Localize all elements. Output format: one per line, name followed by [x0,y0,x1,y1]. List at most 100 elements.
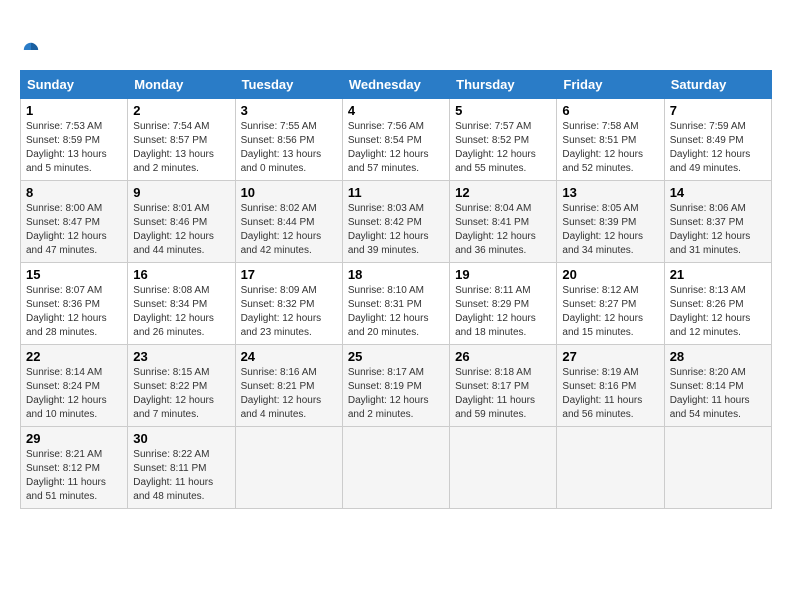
day-number: 22 [26,349,122,364]
weekday-header-friday: Friday [557,71,664,99]
calendar-cell: 23 Sunrise: 8:15 AM Sunset: 8:22 PM Dayli… [128,345,235,427]
calendar-table: SundayMondayTuesdayWednesdayThursdayFrid… [20,70,772,509]
day-info: Sunrise: 8:17 AM Sunset: 8:19 PM Dayligh… [348,366,444,422]
day-number: 13 [562,185,658,200]
day-info: Sunrise: 8:03 AM Sunset: 8:42 PM Dayligh… [348,202,444,258]
calendar-cell: 18 Sunrise: 8:10 AM Sunset: 8:31 PM Dayli… [342,263,449,345]
calendar-cell: 24Sunrise: 8:16 AM Sunset: 8:21 PM Dayli… [235,345,342,427]
day-number: 15 [26,267,122,282]
calendar-cell [664,427,771,509]
day-info: Sunrise: 7:59 AM Sunset: 8:49 PM Dayligh… [670,120,766,176]
logo [20,20,40,64]
day-info: Sunrise: 8:14 AM Sunset: 8:24 PM Dayligh… [26,366,122,422]
day-info: Sunrise: 8:12 AM Sunset: 8:27 PM Dayligh… [562,284,658,340]
calendar-week-row: 15 Sunrise: 8:07 AM Sunset: 8:36 PM Dayli… [21,263,772,345]
calendar-week-row: 1 Sunrise: 7:53 AM Sunset: 8:59 PM Daylig… [21,99,772,181]
day-info: Sunrise: 8:22 AM Sunset: 8:11 PM Dayligh… [133,448,229,504]
logo-text [20,20,40,64]
calendar-cell: 6 Sunrise: 7:58 AM Sunset: 8:51 PM Daylig… [557,99,664,181]
calendar-header-row: SundayMondayTuesdayWednesdayThursdayFrid… [21,71,772,99]
weekday-header-sunday: Sunday [21,71,128,99]
day-number: 25 [348,349,444,364]
day-info: Sunrise: 7:54 AM Sunset: 8:57 PM Dayligh… [133,120,229,176]
calendar-cell: 2 Sunrise: 7:54 AM Sunset: 8:57 PM Daylig… [128,99,235,181]
day-info: Sunrise: 8:10 AM Sunset: 8:31 PM Dayligh… [348,284,444,340]
calendar-cell: 7Sunrise: 7:59 AM Sunset: 8:49 PM Daylig… [664,99,771,181]
day-info: Sunrise: 8:11 AM Sunset: 8:29 PM Dayligh… [455,284,551,340]
logo-icon [22,41,40,59]
day-number: 5 [455,103,551,118]
day-number: 1 [26,103,122,118]
day-number: 17 [241,267,337,282]
day-number: 10 [241,185,337,200]
day-number: 9 [133,185,229,200]
day-number: 30 [133,431,229,446]
calendar-cell: 13Sunrise: 8:05 AM Sunset: 8:39 PM Dayli… [557,181,664,263]
day-info: Sunrise: 8:02 AM Sunset: 8:44 PM Dayligh… [241,202,337,258]
calendar-cell [557,427,664,509]
day-number: 18 [348,267,444,282]
day-info: Sunrise: 8:21 AM Sunset: 8:12 PM Dayligh… [26,448,122,504]
calendar-cell: 12Sunrise: 8:04 AM Sunset: 8:41 PM Dayli… [450,181,557,263]
day-number: 16 [133,267,229,282]
calendar-cell: 15 Sunrise: 8:07 AM Sunset: 8:36 PM Dayli… [21,263,128,345]
day-number: 19 [455,267,551,282]
calendar-cell: 8 Sunrise: 8:00 AM Sunset: 8:47 PM Daylig… [21,181,128,263]
day-info: Sunrise: 8:07 AM Sunset: 8:36 PM Dayligh… [26,284,122,340]
calendar-cell [450,427,557,509]
calendar-week-row: 8 Sunrise: 8:00 AM Sunset: 8:47 PM Daylig… [21,181,772,263]
day-info: Sunrise: 8:20 AM Sunset: 8:14 PM Dayligh… [670,366,766,422]
calendar-cell: 19 Sunrise: 8:11 AM Sunset: 8:29 PM Dayli… [450,263,557,345]
calendar-cell: 25 Sunrise: 8:17 AM Sunset: 8:19 PM Dayli… [342,345,449,427]
day-number: 21 [670,267,766,282]
calendar-cell: 27Sunrise: 8:19 AM Sunset: 8:16 PM Dayli… [557,345,664,427]
day-info: Sunrise: 8:06 AM Sunset: 8:37 PM Dayligh… [670,202,766,258]
calendar-cell: 26 Sunrise: 8:18 AM Sunset: 8:17 PM Dayli… [450,345,557,427]
day-number: 28 [670,349,766,364]
day-info: Sunrise: 8:13 AM Sunset: 8:26 PM Dayligh… [670,284,766,340]
day-info: Sunrise: 8:00 AM Sunset: 8:47 PM Dayligh… [26,202,122,258]
day-number: 8 [26,185,122,200]
day-info: Sunrise: 7:57 AM Sunset: 8:52 PM Dayligh… [455,120,551,176]
day-info: Sunrise: 8:18 AM Sunset: 8:17 PM Dayligh… [455,366,551,422]
day-info: Sunrise: 7:56 AM Sunset: 8:54 PM Dayligh… [348,120,444,176]
day-info: Sunrise: 8:01 AM Sunset: 8:46 PM Dayligh… [133,202,229,258]
calendar-cell: 29 Sunrise: 8:21 AM Sunset: 8:12 PM Dayli… [21,427,128,509]
day-number: 24 [241,349,337,364]
calendar-week-row: 22 Sunrise: 8:14 AM Sunset: 8:24 PM Dayli… [21,345,772,427]
calendar-cell [235,427,342,509]
weekday-header-tuesday: Tuesday [235,71,342,99]
calendar-cell: 5 Sunrise: 7:57 AM Sunset: 8:52 PM Daylig… [450,99,557,181]
day-number: 11 [348,185,444,200]
calendar-week-row: 29 Sunrise: 8:21 AM Sunset: 8:12 PM Dayli… [21,427,772,509]
calendar-cell: 3Sunrise: 7:55 AM Sunset: 8:56 PM Daylig… [235,99,342,181]
day-number: 2 [133,103,229,118]
day-info: Sunrise: 7:53 AM Sunset: 8:59 PM Dayligh… [26,120,122,176]
calendar-cell: 4 Sunrise: 7:56 AM Sunset: 8:54 PM Daylig… [342,99,449,181]
day-info: Sunrise: 8:15 AM Sunset: 8:22 PM Dayligh… [133,366,229,422]
calendar-cell [342,427,449,509]
day-number: 4 [348,103,444,118]
weekday-header-monday: Monday [128,71,235,99]
calendar-cell: 1 Sunrise: 7:53 AM Sunset: 8:59 PM Daylig… [21,99,128,181]
calendar-cell: 14 Sunrise: 8:06 AM Sunset: 8:37 PM Dayli… [664,181,771,263]
day-number: 3 [241,103,337,118]
calendar-cell: 9 Sunrise: 8:01 AM Sunset: 8:46 PM Daylig… [128,181,235,263]
day-number: 14 [670,185,766,200]
day-number: 29 [26,431,122,446]
weekday-header-wednesday: Wednesday [342,71,449,99]
day-number: 26 [455,349,551,364]
day-info: Sunrise: 8:08 AM Sunset: 8:34 PM Dayligh… [133,284,229,340]
day-number: 20 [562,267,658,282]
day-info: Sunrise: 8:19 AM Sunset: 8:16 PM Dayligh… [562,366,658,422]
calendar-cell: 22 Sunrise: 8:14 AM Sunset: 8:24 PM Dayli… [21,345,128,427]
day-number: 23 [133,349,229,364]
day-info: Sunrise: 7:58 AM Sunset: 8:51 PM Dayligh… [562,120,658,176]
calendar-cell: 16 Sunrise: 8:08 AM Sunset: 8:34 PM Dayli… [128,263,235,345]
calendar-cell: 10 Sunrise: 8:02 AM Sunset: 8:44 PM Dayli… [235,181,342,263]
day-info: Sunrise: 8:04 AM Sunset: 8:41 PM Dayligh… [455,202,551,258]
weekday-header-thursday: Thursday [450,71,557,99]
weekday-header-saturday: Saturday [664,71,771,99]
calendar-cell: 11 Sunrise: 8:03 AM Sunset: 8:42 PM Dayli… [342,181,449,263]
day-number: 6 [562,103,658,118]
